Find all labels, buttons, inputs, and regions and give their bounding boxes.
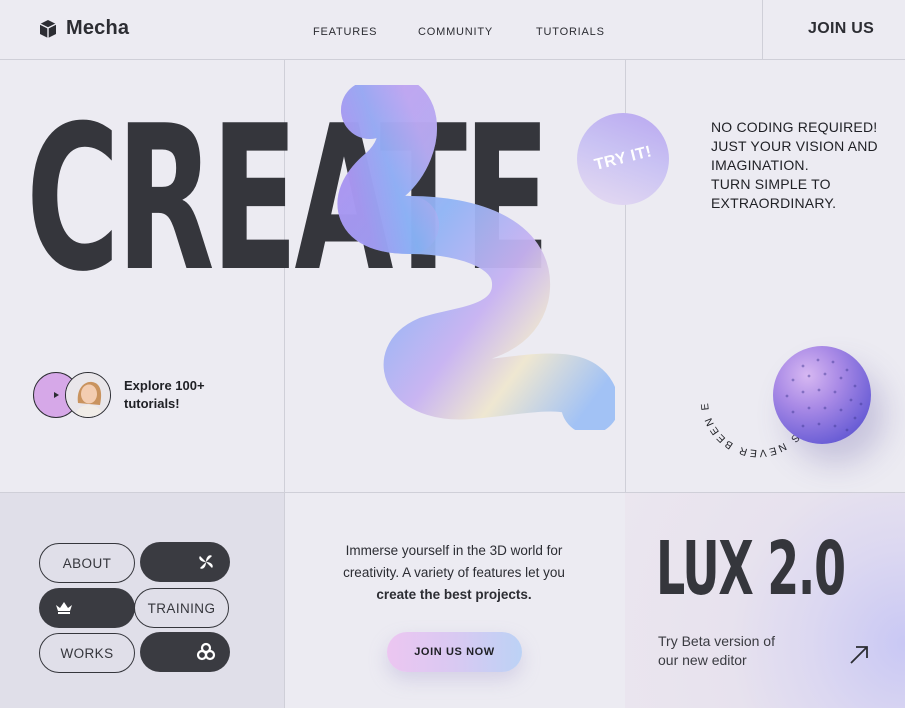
tagline-line: IMAGINATION. [711,157,809,173]
join-us-link[interactable]: JOIN US [808,20,874,38]
works-icon-pill[interactable] [140,632,230,672]
about-icon-pill[interactable] [140,542,230,582]
gradient-blob-illustration [337,85,615,430]
avatar [65,372,111,418]
training-icon-pill[interactable] [39,588,135,628]
header-divider [0,59,905,60]
promo-line2: creativity. A variety of features let yo… [343,565,565,580]
pinwheel-icon [199,555,213,569]
nav-community[interactable]: COMMUNITY [418,26,493,38]
beta-text: Try Beta version of our new editor [658,632,798,670]
brand-name: Mecha [66,17,130,39]
training-button[interactable]: TRAINING [134,588,229,628]
tagline-line: EXTRAORDINARY. [711,195,837,211]
trefoil-icon [196,642,216,661]
tutorials-line2: tutorials! [124,396,180,411]
tutorials-caption: Explore 100+ tutorials! [124,377,244,413]
cube-icon [39,19,57,38]
tagline-line: TURN SIMPLE TO [711,176,831,192]
sphere-dots [785,358,863,432]
spiky-sphere-illustration [773,346,871,444]
join-us-now-button[interactable]: JOIN US NOW [387,632,522,672]
about-label: ABOUT [62,555,112,571]
person-avatar-icon [66,373,110,417]
beta-line1: Try Beta version of [658,633,775,649]
promo-text: Immerse yourself in the 3D world for cre… [300,540,608,606]
crown-icon [56,602,72,614]
header-join-divider [762,0,763,59]
promo-line3: create the best projects. [376,587,532,602]
play-icon [54,392,59,398]
arrow-up-right-icon[interactable] [848,644,870,666]
logo[interactable]: Mecha [38,17,129,40]
works-label: WORKS [60,645,114,661]
tagline-line: NO CODING REQUIRED! [711,119,878,135]
promo-line1: Immerse yourself in the 3D world for [345,543,563,558]
tagline: NO CODING REQUIRED! JUST YOUR VISION AND… [711,118,896,213]
try-it-label: TRY IT! [592,143,654,174]
nav-features[interactable]: FEATURES [313,26,377,38]
beta-line2: our new editor [658,652,747,668]
tagline-line: JUST YOUR VISION AND [711,138,878,154]
about-button[interactable]: ABOUT [39,543,135,583]
lux-title: LUX 2.0 [656,526,846,612]
works-button[interactable]: WORKS [39,633,135,673]
tutorials-line1: Explore 100+ [124,378,205,393]
training-label: TRAINING [147,600,216,616]
nav-tutorials[interactable]: TUTORIALS [536,26,605,38]
try-it-button[interactable]: TRY IT! [577,113,669,205]
